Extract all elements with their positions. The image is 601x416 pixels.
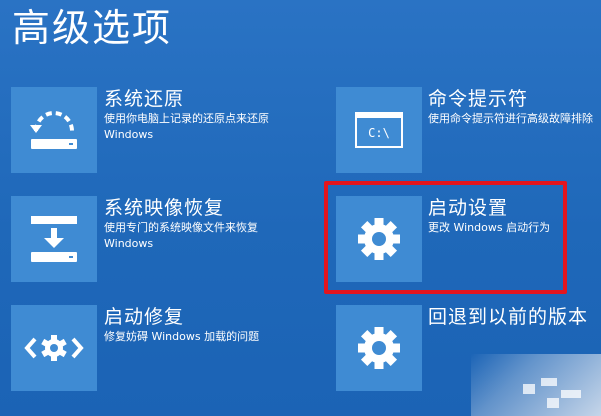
option-system-restore-desc-line2: Windows	[104, 128, 154, 141]
option-command-prompt-title: 命令提示符	[428, 88, 529, 110]
highlight-box	[324, 181, 567, 294]
option-command-prompt-tile[interactable]: C:\	[336, 87, 422, 173]
option-system-image-recovery-desc-line1: 使用专门的系统映像文件来恢复	[104, 221, 258, 234]
gear-icon	[336, 305, 422, 391]
startup-repair-icon	[11, 305, 97, 391]
option-system-image-recovery-desc-line2: Windows	[104, 237, 154, 250]
watermark-block	[547, 398, 559, 408]
option-system-image-recovery-tile[interactable]	[11, 196, 97, 282]
watermark-block	[561, 390, 581, 398]
option-system-restore-tile[interactable]	[11, 87, 97, 173]
watermark-block	[541, 378, 557, 386]
option-system-image-recovery-title: 系统映像恢复	[104, 197, 225, 219]
option-system-restore-desc-line1: 使用你电脑上记录的还原点来还原	[104, 112, 269, 125]
watermark-block	[523, 384, 535, 394]
option-go-back-tile[interactable]	[336, 305, 422, 391]
page-title: 高级选项	[12, 6, 173, 50]
command-prompt-icon: C:\	[336, 87, 422, 173]
option-system-restore-title: 系统还原	[104, 88, 185, 110]
system-image-recovery-icon	[11, 196, 97, 282]
option-go-back-title: 回退到以前的版本	[428, 306, 589, 328]
option-startup-repair-title: 启动修复	[104, 306, 185, 328]
option-startup-repair-desc-line1: 修复妨碍 Windows 加载的问题	[104, 330, 260, 343]
option-command-prompt-desc-line1: 使用命令提示符进行高级故障排除	[428, 112, 593, 125]
system-restore-icon	[11, 87, 97, 173]
watermark	[471, 354, 601, 416]
option-startup-repair-tile[interactable]	[11, 305, 97, 391]
advanced-options-screen: 高级选项 系统还原 使用你电脑上记录的还原点来还原 Windows C:\ 命令…	[0, 0, 601, 416]
command-prompt-icon-text: C:\	[368, 126, 390, 140]
